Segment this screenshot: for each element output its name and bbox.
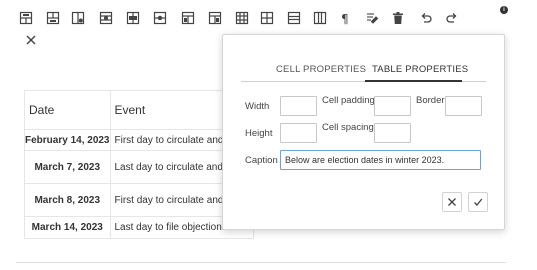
info-icon[interactable]: i xyxy=(500,6,508,14)
table-delete-row-icon[interactable] xyxy=(125,10,141,26)
cell-spacing-input[interactable] xyxy=(374,123,411,143)
cell-spacing-label: Cell spacing xyxy=(322,122,374,133)
header-date: Date xyxy=(24,90,111,130)
caption-label: Caption xyxy=(245,155,278,166)
delete-icon[interactable] xyxy=(390,10,406,26)
table-cell-date[interactable]: March 14, 2023 xyxy=(24,216,111,239)
table-insert-row-below-icon[interactable] xyxy=(45,10,61,26)
tab-table-properties[interactable]: TABLE PROPERTIES xyxy=(372,63,468,77)
redo-icon[interactable] xyxy=(444,10,460,26)
height-label: Height xyxy=(245,128,273,139)
paragraph-icon[interactable]: ¶ xyxy=(338,10,354,26)
table-merge-cells-icon[interactable] xyxy=(180,10,196,26)
editor-toolbar: ¶ i xyxy=(0,0,537,32)
table-row[interactable]: March 14, 2023 Last day to file objectio… xyxy=(24,216,254,239)
width-label: Width xyxy=(245,101,270,112)
table-row[interactable]: February 14, 2023 First day to circulate… xyxy=(24,129,254,151)
table-insert-column-right-icon[interactable] xyxy=(98,10,114,26)
border-input[interactable] xyxy=(445,96,482,116)
cell-padding-input[interactable] xyxy=(374,96,411,116)
edit-icon[interactable] xyxy=(364,10,380,26)
table-insert-column-left-icon[interactable] xyxy=(70,10,86,26)
width-input[interactable] xyxy=(280,96,317,116)
table-properties-dialog: CELL PROPERTIES TABLE PROPERTIES Width C… xyxy=(222,34,505,230)
table-cell-date[interactable]: March 8, 2023 xyxy=(24,183,111,217)
table-delete-column-icon[interactable] xyxy=(152,10,168,26)
close-icon[interactable] xyxy=(24,33,38,47)
cancel-button[interactable] xyxy=(442,192,462,212)
undo-icon[interactable] xyxy=(418,10,434,26)
svg-text:¶: ¶ xyxy=(341,12,349,25)
table-grid-icon[interactable] xyxy=(259,10,275,26)
tab-cell-properties[interactable]: CELL PROPERTIES xyxy=(276,63,366,77)
table-split-cells-icon[interactable] xyxy=(207,10,223,26)
table-row[interactable]: March 7, 2023 Last day to circulate and … xyxy=(24,150,254,184)
confirm-button[interactable] xyxy=(468,192,488,212)
election-dates-table[interactable]: Date Event February 14, 2023 First day t… xyxy=(24,90,254,239)
cell-padding-label: Cell padding xyxy=(322,95,375,106)
table-insert-row-above-icon[interactable] xyxy=(18,10,34,26)
caption-input[interactable] xyxy=(280,150,481,170)
height-input[interactable] xyxy=(280,123,317,143)
table-header-row: Date Event xyxy=(24,90,254,130)
active-tab-indicator xyxy=(365,80,462,82)
table-vertical-align-icon[interactable] xyxy=(234,10,250,26)
border-label: Border xyxy=(416,95,445,106)
table-horizontal-align-icon[interactable] xyxy=(286,10,302,26)
table-cell-date[interactable]: February 14, 2023 xyxy=(24,129,111,151)
table-columns-icon[interactable] xyxy=(312,10,328,26)
table-cell-date[interactable]: March 7, 2023 xyxy=(24,150,111,184)
table-row[interactable]: March 8, 2023 First day to circulate and… xyxy=(24,183,254,217)
